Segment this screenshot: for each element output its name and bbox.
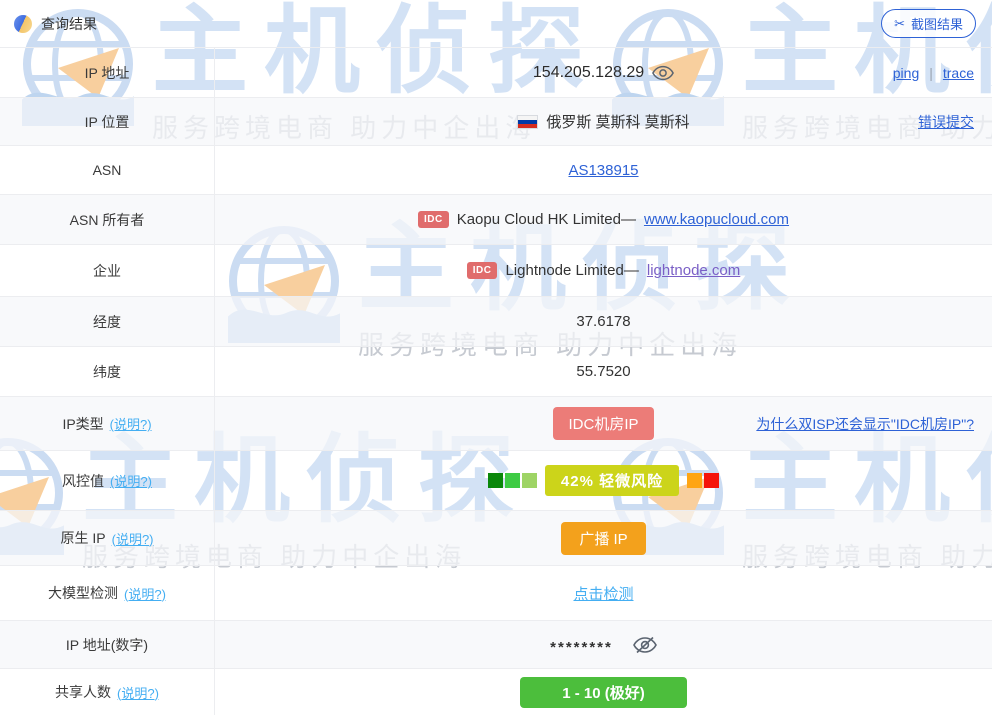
native-ip-help-link[interactable]: (说明?) <box>112 529 154 548</box>
llm-check-label: 大模型检测 <box>48 585 119 601</box>
company-site-link[interactable]: lightnode.com <box>647 262 740 279</box>
idc-badge: IDC <box>417 211 449 228</box>
row-risk-value: 风控值 (说明?) 42% 轻微风险 <box>0 451 992 511</box>
risk-meter: 42% 轻微风险 <box>487 465 720 496</box>
eye-off-icon[interactable] <box>632 636 657 654</box>
link-divider: | <box>929 64 933 81</box>
dual-isp-question-link[interactable]: 为什么双ISP还会显示"IDC机房IP"? <box>756 414 974 434</box>
shared-users-label: 共享人数 <box>55 684 112 700</box>
row-llm-check: 大模型检测 (说明?) 点击检测 <box>0 566 992 621</box>
row-ip-type: IP类型 (说明?) IDC机房IP 为什么双ISP还会显示"IDC机房IP"? <box>0 397 992 451</box>
risk-value-label: 风控值 <box>62 472 105 489</box>
ip-type-badge: IDC机房IP <box>553 407 654 440</box>
ping-link[interactable]: ping <box>893 65 919 81</box>
risk-square-green-dark <box>487 473 503 488</box>
row-longitude: 经度 37.6178 <box>0 297 992 347</box>
ip-number-label: IP 地址(数字) <box>0 621 215 668</box>
trace-link[interactable]: trace <box>943 65 974 81</box>
native-ip-label: 原生 IP <box>60 530 106 546</box>
risk-score-badge: 42% 轻微风险 <box>544 465 680 496</box>
llm-check-help-link[interactable]: (说明?) <box>124 584 166 603</box>
risk-help-link[interactable]: (说明?) <box>110 471 152 490</box>
shared-users-help-link[interactable]: (说明?) <box>117 683 159 702</box>
ip-address-label: IP 地址 <box>0 48 215 97</box>
screenshot-result-button[interactable]: ✂ 截图结果 <box>881 9 976 38</box>
error-submit-link[interactable]: 错误提交 <box>918 112 974 132</box>
panel-header: 查询结果 ✂ 截图结果 <box>0 0 992 48</box>
company-value: Lightnode Limited— <box>505 262 639 279</box>
company-label: 企业 <box>0 245 215 296</box>
row-ip-number: IP 地址(数字) ******** <box>0 621 992 669</box>
ip-type-help-link[interactable]: (说明?) <box>110 414 152 433</box>
row-ip-location: IP 位置 俄罗斯 莫斯科 莫斯科 错误提交 <box>0 98 992 146</box>
risk-square-green-light <box>521 473 537 488</box>
ip-location-label: IP 位置 <box>0 98 215 145</box>
row-native-ip: 原生 IP (说明?) 广播 IP <box>0 511 992 566</box>
risk-square-red <box>704 473 720 488</box>
row-asn: ASN AS138915 <box>0 146 992 195</box>
row-company: 企业 IDC Lightnode Limited— lightnode.com <box>0 245 992 297</box>
scissors-icon: ✂ <box>894 15 905 31</box>
ip-type-label: IP类型 <box>62 415 104 432</box>
ip-number-masked-value: ******** <box>550 639 613 656</box>
longitude-value: 37.6178 <box>576 313 631 330</box>
ip-address-value: 154.205.128.29 <box>532 63 645 81</box>
russia-flag-icon <box>517 114 539 129</box>
eye-icon[interactable] <box>652 65 675 81</box>
row-ip-address: IP 地址 154.205.128.29 ping | trace <box>0 48 992 98</box>
ip-lookup-result-panel: 主机侦探 服务跨境电商 助力中企出海 主机侦探 服务跨境电商 助力中企出海 <box>0 0 992 715</box>
panel-title: 查询结果 <box>41 15 97 32</box>
asn-owner-label: ASN 所有者 <box>0 195 215 244</box>
asn-label: ASN <box>0 146 215 194</box>
risk-square-green-mid <box>504 473 520 488</box>
click-detect-link[interactable]: 点击检测 <box>573 583 633 604</box>
idc-badge: IDC <box>466 262 498 279</box>
broadcast-ip-badge: 广播 IP <box>561 521 646 555</box>
row-latitude: 纬度 55.7520 <box>0 347 992 397</box>
ip-location-value: 俄罗斯 莫斯科 莫斯科 <box>546 114 690 131</box>
longitude-label: 经度 <box>0 297 215 346</box>
row-shared-users: 共享人数 (说明?) 1 - 10 (极好) <box>0 669 992 715</box>
screenshot-button-label: 截图结果 <box>910 17 963 32</box>
latitude-value: 55.7520 <box>576 363 631 380</box>
result-sphere-icon <box>14 14 32 33</box>
asn-link[interactable]: AS138915 <box>568 162 638 179</box>
shared-users-badge: 1 - 10 (极好) <box>520 676 687 708</box>
risk-square-orange <box>687 473 703 488</box>
latitude-label: 纬度 <box>0 347 215 396</box>
asn-owner-value: Kaopu Cloud HK Limited— <box>456 211 636 228</box>
row-asn-owner: ASN 所有者 IDC Kaopu Cloud HK Limited— www.… <box>0 195 992 245</box>
asn-owner-site-link[interactable]: www.kaopucloud.com <box>644 211 789 228</box>
result-table: 查询结果 ✂ 截图结果 IP 地址 154.205.128.29 ping | … <box>0 0 992 715</box>
